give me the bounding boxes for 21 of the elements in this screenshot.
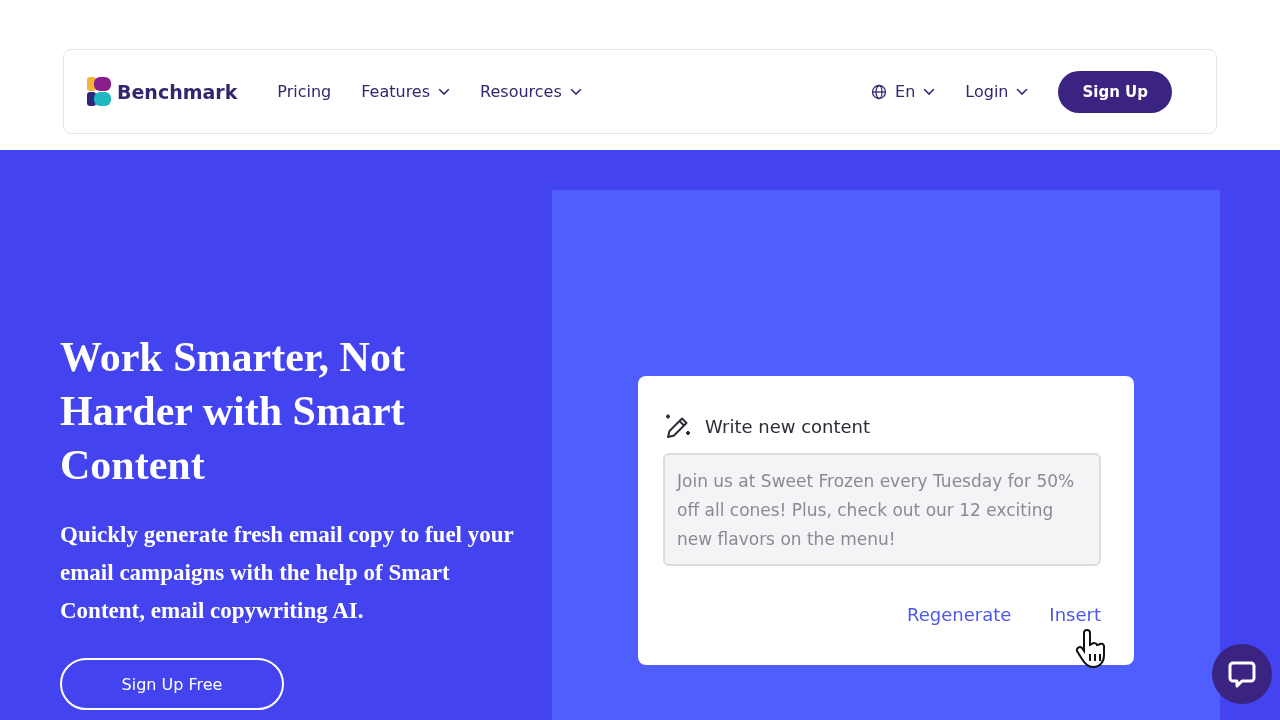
- hero-description: Quickly generate fresh email copy to fuel your email campaigns with the help of Smart Content, email copywriting AI.: [60, 521, 515, 625]
- nav-link[interactable]: Resources: [480, 82, 582, 101]
- chevron-down-icon: [438, 87, 451, 96]
- card-action-link[interactable]: Regenerate: [907, 604, 1012, 625]
- chevron-down-icon: [1016, 87, 1029, 96]
- chevron-down-icon: [923, 87, 936, 96]
- nav-link[interactable]: Pricing: [277, 82, 332, 101]
- card-title: Write new content: [705, 415, 871, 437]
- sign-up-free-button[interactable]: Sign Up Free: [60, 658, 284, 710]
- magic-pencil-icon: [663, 412, 691, 440]
- login-menu[interactable]: Login: [965, 82, 1029, 101]
- globe-icon: [871, 83, 888, 100]
- chat-bubble-icon: [1227, 659, 1257, 689]
- language-menu[interactable]: En: [871, 82, 936, 101]
- nav-link[interactable]: Features: [361, 82, 451, 101]
- logo-icon: [87, 76, 111, 107]
- hero-heading: Work Smarter, Not Harder with Smart Content: [60, 333, 406, 490]
- sign-up-button[interactable]: Sign Up: [1058, 70, 1172, 113]
- card-action-link[interactable]: Insert: [1049, 604, 1101, 625]
- chevron-down-icon: [569, 87, 582, 96]
- brand-name: Benchmark: [117, 80, 238, 103]
